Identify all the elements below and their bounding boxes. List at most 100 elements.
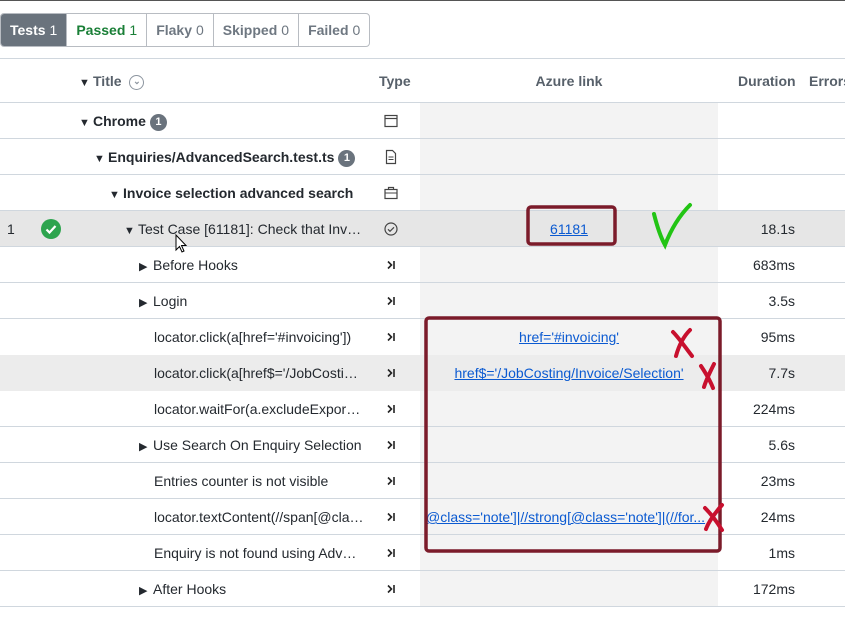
- step-icon: [387, 368, 395, 378]
- tree-row-step[interactable]: ▶ Login 3.5s: [0, 283, 845, 319]
- step-name: Use Search On Enquiry Selection: [153, 437, 362, 453]
- expand-triangle-icon[interactable]: ▶: [139, 573, 153, 607]
- step-name: After Hooks: [153, 581, 227, 597]
- expand-triangle-icon[interactable]: ▶: [139, 249, 153, 283]
- suite-icon: [384, 186, 398, 200]
- tab-skipped[interactable]: Skipped 0: [214, 14, 300, 46]
- suite-name: Invoice selection advanced search: [123, 185, 354, 201]
- tree-row-step[interactable]: Entries counter is not visible 23ms: [0, 463, 845, 499]
- passed-check-icon: [41, 219, 61, 239]
- tree-row-step[interactable]: ▶ After Hooks 172ms: [0, 571, 845, 607]
- tree-row-file[interactable]: ▼ Enquiries/AdvancedSearch.test.ts 1: [0, 139, 845, 175]
- azure-link[interactable]: 61181: [550, 221, 588, 237]
- count-badge: 1: [338, 149, 356, 167]
- row-title: ▶ Use Search On Enquiry Selection: [139, 427, 362, 463]
- tab-passed[interactable]: Passed 1: [67, 14, 148, 46]
- tree-row-step[interactable]: locator.textContent(//span[@class='note'…: [0, 499, 845, 535]
- tab-label: Flaky: [156, 22, 192, 38]
- step-name: locator.textContent(//span[@class='note'…: [154, 509, 364, 525]
- step-icon: [387, 476, 395, 486]
- duration: 5.6s: [768, 437, 795, 453]
- azure-link-cell: href='#invoicing': [420, 319, 718, 355]
- step-name: Login: [153, 293, 188, 309]
- azure-link[interactable]: href='#invoicing': [519, 329, 619, 345]
- azure-link[interactable]: href$='/JobCosting/Invoice/Selection': [454, 365, 683, 381]
- tab-count: 1: [49, 22, 58, 38]
- project-name: Chrome: [93, 113, 146, 129]
- step-name: Entries counter is not visible: [154, 473, 329, 489]
- tab-count: 0: [352, 22, 361, 38]
- step-name: Enquiry is not found using Advanced Sear…: [154, 545, 364, 561]
- collapse-all-icon[interactable]: ▼: [79, 61, 93, 105]
- tree-row-step[interactable]: locator.click(a[href='#invoicing']) href…: [0, 319, 845, 355]
- expand-triangle-icon[interactable]: ▶: [139, 429, 153, 463]
- azure-link-cell: @class='note']|//strong[@class='note']|(…: [426, 499, 710, 535]
- tree-row-step[interactable]: ▶ Use Search On Enquiry Selection 5.6s: [0, 427, 845, 463]
- step-icon: [387, 296, 395, 306]
- top-border: [0, 0, 845, 1]
- duration: 683ms: [752, 257, 795, 273]
- file-icon: [385, 149, 397, 165]
- column-header-errors[interactable]: Errors: [809, 59, 845, 103]
- tab-flaky[interactable]: Flaky 0: [147, 14, 214, 46]
- column-header-azure-link[interactable]: Azure link: [420, 59, 718, 103]
- tree-row-step[interactable]: locator.click(a[href$='/JobCosting/Invoi…: [0, 355, 845, 391]
- step-icon: [387, 260, 395, 270]
- row-title: ▼ Test Case [61181]: Check that Invoice: [124, 211, 365, 247]
- tree-row-test-case[interactable]: 1 ▼ Test Case [61181]: Check that Invoice…: [0, 211, 845, 247]
- tab-count: 0: [281, 22, 290, 38]
- expand-triangle-icon[interactable]: ▼: [94, 141, 108, 175]
- azure-link-cell: 61181: [420, 211, 718, 247]
- browser-window-icon: [384, 114, 398, 128]
- azure-link-cell: href$='/JobCosting/Invoice/Selection': [420, 355, 718, 391]
- duration: 3.5s: [768, 293, 795, 309]
- sort-chevron-icon[interactable]: ⌄: [129, 74, 145, 90]
- expand-triangle-icon[interactable]: ▼: [124, 213, 138, 247]
- azure-link[interactable]: @class='note']|//strong[@class='note']|(…: [426, 509, 705, 525]
- duration: 24ms: [760, 509, 795, 525]
- duration: 95ms: [760, 329, 795, 345]
- row-title: ▼ Chrome 1: [79, 103, 167, 139]
- tree-row-project[interactable]: ▼ Chrome 1: [0, 103, 845, 139]
- tab-label: Tests: [10, 22, 46, 38]
- expand-triangle-icon[interactable]: ▼: [79, 105, 93, 139]
- step-name: locator.click(a[href$='/JobCosting/Invoi…: [154, 365, 364, 381]
- duration: 1ms: [768, 545, 795, 561]
- step-icon: [387, 332, 395, 342]
- tree-row-step[interactable]: locator.waitFor(a.excludeExported) 224ms: [0, 391, 845, 427]
- expand-triangle-icon[interactable]: ▼: [109, 177, 123, 211]
- duration: 23ms: [760, 473, 795, 489]
- column-header-duration[interactable]: Duration: [738, 59, 796, 103]
- step-icon: [387, 584, 395, 594]
- row-title: ▶ Before Hooks: [139, 247, 238, 283]
- column-header-title[interactable]: ▼ Title ⌄: [79, 59, 145, 105]
- row-title: ▶ Login: [139, 283, 187, 319]
- step-name: Before Hooks: [153, 257, 238, 273]
- step-icon: [387, 548, 395, 558]
- tree-row-suite[interactable]: ▼ Invoice selection advanced search: [0, 175, 845, 211]
- count-badge: 1: [149, 113, 167, 131]
- tree-row-step[interactable]: ▶ Before Hooks 683ms: [0, 247, 845, 283]
- tab-label: Skipped: [222, 22, 278, 38]
- step-icon: [387, 440, 395, 450]
- tab-label: Passed: [76, 22, 126, 38]
- status-filter-bar: Tests 1 Passed 1 Flaky 0 Skipped 0 Failed 0: [0, 13, 371, 47]
- test-case-name: Test Case [61181]: Check that Invoice: [138, 221, 365, 237]
- tab-count: 0: [196, 22, 204, 38]
- step-icon: [387, 404, 395, 414]
- tab-tests[interactable]: Tests 1: [1, 14, 68, 46]
- tab-count: 1: [129, 22, 138, 38]
- tab-failed[interactable]: Failed 0: [299, 14, 369, 46]
- tree-row-step[interactable]: Enquiry is not found using Advanced Sear…: [0, 535, 845, 571]
- row-title: ▶ After Hooks: [139, 571, 226, 607]
- file-name: Enquiries/AdvancedSearch.test.ts: [108, 149, 335, 165]
- step-name: locator.waitFor(a.excludeExported): [154, 401, 364, 417]
- step-name: locator.click(a[href='#invoicing']): [154, 329, 352, 345]
- duration: 172ms: [752, 581, 795, 597]
- divider: [0, 606, 845, 607]
- duration: 18.1s: [760, 221, 795, 237]
- duration: 224ms: [752, 401, 795, 417]
- column-header-title-label: Title: [93, 73, 122, 89]
- expand-triangle-icon[interactable]: ▶: [139, 285, 153, 319]
- column-header-type[interactable]: Type: [379, 59, 411, 103]
